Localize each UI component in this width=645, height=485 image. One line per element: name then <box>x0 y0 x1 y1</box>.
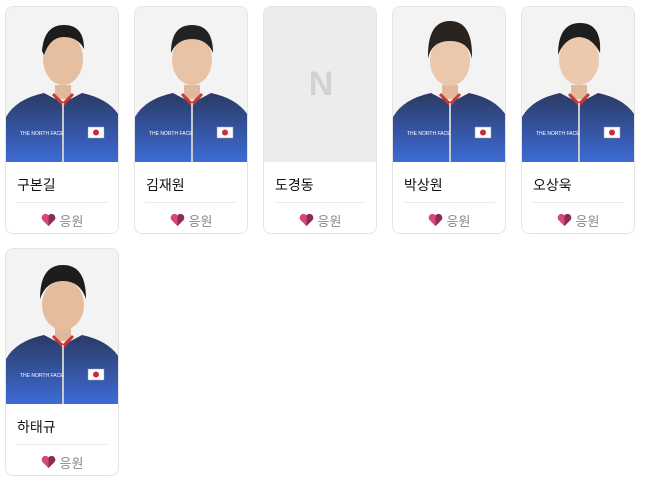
player-photo[interactable]: THE NORTH FACE <box>522 7 634 162</box>
heart-icon <box>41 455 55 469</box>
athlete-portrait-image: THE NORTH FACE <box>393 7 505 162</box>
athlete-portrait-image: THE NORTH FACE <box>6 7 118 162</box>
divider <box>145 202 237 203</box>
athlete-portrait-image: THE NORTH FACE <box>135 7 247 162</box>
cheer-button[interactable]: 응원 <box>6 211 118 230</box>
athlete-portrait-image: THE NORTH FACE <box>522 7 634 162</box>
cheer-label: 응원 <box>59 456 84 472</box>
divider <box>532 202 624 203</box>
cheer-button[interactable]: 응원 <box>6 453 118 472</box>
divider <box>274 202 366 203</box>
player-card[interactable]: THE NORTH FACE 박상원 응원 <box>392 6 506 234</box>
player-name: 구본길 <box>17 178 56 194</box>
player-name: 오상욱 <box>533 178 572 194</box>
heart-icon <box>557 213 571 227</box>
player-card[interactable]: THE NORTH FACE 오상욱 응원 <box>521 6 635 234</box>
divider <box>16 202 108 203</box>
player-card[interactable]: N 도경동 응원 <box>263 6 377 234</box>
cheer-label: 응원 <box>446 214 471 230</box>
cheer-button[interactable]: 응원 <box>264 211 376 230</box>
cheer-label: 응원 <box>188 214 213 230</box>
player-photo-placeholder[interactable]: N <box>264 7 376 162</box>
player-photo[interactable]: THE NORTH FACE <box>6 7 118 162</box>
player-card[interactable]: THE NORTH FACE 김재원 응원 <box>134 6 248 234</box>
player-photo[interactable]: THE NORTH FACE <box>135 7 247 162</box>
svg-text:THE NORTH FACE: THE NORTH FACE <box>20 131 64 137</box>
svg-text:THE NORTH FACE: THE NORTH FACE <box>407 131 451 137</box>
cheer-button[interactable]: 응원 <box>135 211 247 230</box>
athlete-portrait-image: THE NORTH FACE <box>6 249 118 404</box>
cheer-button[interactable]: 응원 <box>393 211 505 230</box>
svg-text:THE NORTH FACE: THE NORTH FACE <box>536 131 580 137</box>
cheer-label: 응원 <box>317 214 342 230</box>
player-card[interactable]: THE NORTH FACE 구본길 응원 <box>5 6 119 234</box>
cheer-button[interactable]: 응원 <box>522 211 634 230</box>
player-photo[interactable]: THE NORTH FACE <box>6 249 118 404</box>
heart-icon <box>428 213 442 227</box>
player-name: 박상원 <box>404 178 443 194</box>
heart-icon <box>170 213 184 227</box>
cheer-label: 응원 <box>59 214 84 230</box>
heart-icon <box>41 213 55 227</box>
cheer-label: 응원 <box>575 214 600 230</box>
player-name: 하태규 <box>17 420 56 436</box>
divider <box>16 444 108 445</box>
player-name: 김재원 <box>146 178 185 194</box>
divider <box>403 202 495 203</box>
heart-icon <box>299 213 313 227</box>
player-photo[interactable]: THE NORTH FACE <box>393 7 505 162</box>
svg-text:THE NORTH FACE: THE NORTH FACE <box>149 131 193 137</box>
player-name: 도경동 <box>275 178 314 194</box>
svg-text:THE NORTH FACE: THE NORTH FACE <box>20 373 64 379</box>
n-logo-icon: N <box>308 65 334 103</box>
player-card[interactable]: THE NORTH FACE 하태규 응원 <box>5 248 119 476</box>
